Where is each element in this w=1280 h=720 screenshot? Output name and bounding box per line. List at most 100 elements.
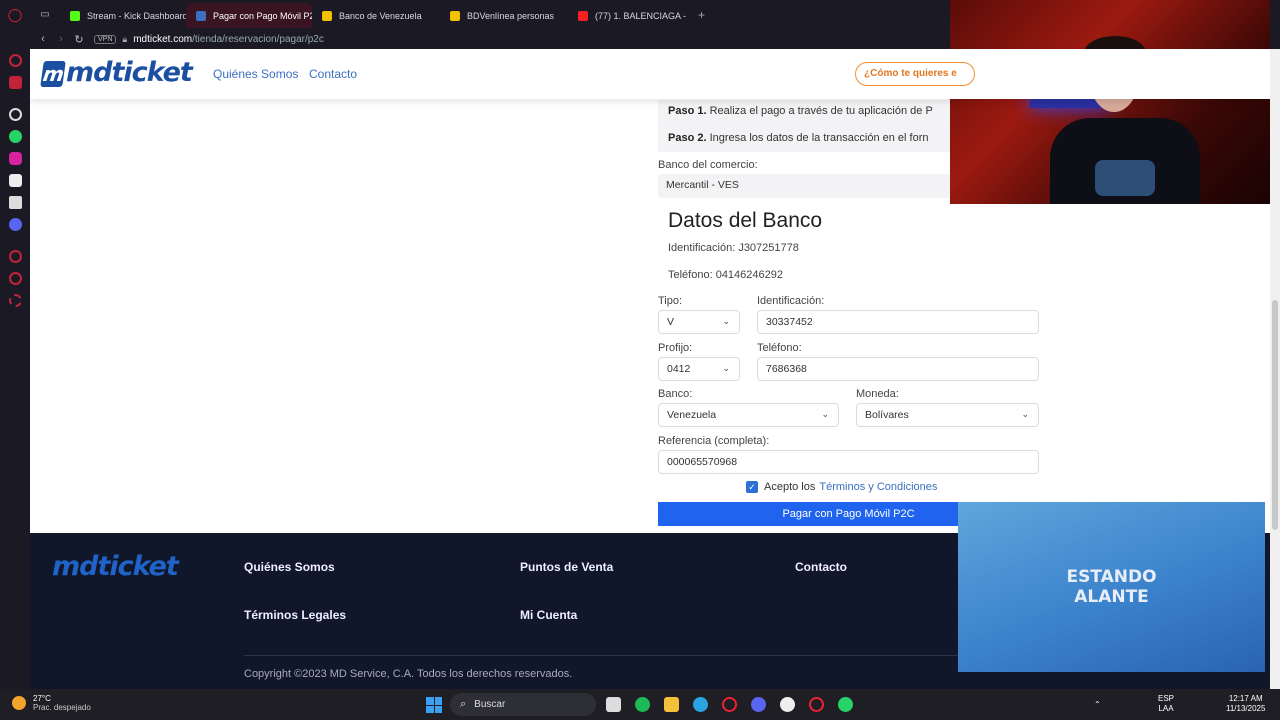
tab-bdvenlinea[interactable]: BDVenlínea personas	[440, 3, 568, 28]
clock[interactable]: 12:17 AM 11/13/2025	[1226, 694, 1265, 714]
banco-label: Banco:	[658, 388, 693, 400]
history-icon[interactable]	[9, 250, 22, 263]
url-field[interactable]: mdticket.com/tienda/reservacion/pagar/p2…	[133, 34, 324, 45]
spotify-icon[interactable]	[635, 697, 650, 712]
pinboard-icon[interactable]	[9, 272, 22, 285]
footer-logo-text: mdticket	[52, 551, 179, 582]
opera-icon[interactable]	[722, 697, 737, 712]
scrollbar-thumb[interactable]	[1272, 300, 1278, 530]
tab-youtube[interactable]: (77) 1. BALENCIAGA -	[568, 3, 690, 28]
referencia-input[interactable]: 000065570968	[658, 450, 1039, 474]
telefono-input[interactable]: 7686368	[757, 357, 1039, 381]
search-icon: ⌕	[460, 698, 467, 710]
kick-icon	[70, 10, 80, 21]
commerce-bank-value: Mercantil - VES	[666, 179, 739, 191]
telegram-icon[interactable]	[693, 697, 708, 712]
bank-phone: Teléfono: 04146246292	[668, 269, 783, 281]
banco-select[interactable]: Venezuela ⌄	[658, 403, 839, 427]
weather-temp: 27°C	[33, 694, 51, 703]
tiktok-icon[interactable]	[9, 174, 22, 187]
chevron-down-icon: ⌄	[1021, 409, 1029, 419]
telefono-label: Teléfono:	[757, 342, 802, 354]
task-view-icon[interactable]	[606, 697, 621, 712]
shopping-icon[interactable]	[9, 76, 22, 89]
url-host: mdticket.com	[133, 33, 193, 45]
tipo-select[interactable]: V ⌄	[658, 310, 740, 334]
nav-quienes-somos[interactable]: Quiénes Somos	[213, 67, 298, 81]
record-icon[interactable]	[809, 697, 824, 712]
opera-menu-icon[interactable]: ◯	[0, 0, 30, 29]
bdv-icon	[322, 10, 332, 21]
back-icon[interactable]: ‹	[34, 33, 52, 45]
terms-link[interactable]: Términos y Condiciones	[819, 481, 937, 493]
stream-alert-overlay: ESTANDO ALANTE	[958, 502, 1265, 672]
mdticket-icon	[196, 10, 206, 21]
nav-contacto[interactable]: Contacto	[309, 67, 357, 81]
identification-value: 30337452	[766, 316, 813, 328]
webcam-overlay	[950, 0, 1270, 204]
tab-pago-movil[interactable]: Pagar con Pago Móvil P2	[186, 3, 312, 28]
alert-line-1: ESTANDO	[1066, 567, 1157, 587]
logo-text: mdticket	[66, 57, 193, 88]
taskbar-search[interactable]: ⌕ Buscar	[450, 693, 596, 716]
discord-taskbar-icon[interactable]	[751, 697, 766, 712]
windows-start-icon[interactable]	[426, 697, 442, 713]
lock-icon[interactable]: 🔒︎	[122, 34, 127, 45]
weather-widget[interactable]: 27°C Prac. despejado	[12, 694, 91, 712]
clock-time: 12:17 AM	[1228, 694, 1263, 703]
whatsapp-taskbar-icon[interactable]	[838, 697, 853, 712]
tab-label: BDVenlínea personas	[467, 10, 555, 21]
terms-prefix: Acepto los	[764, 481, 816, 493]
footer-copyright: Copyright ©2023 MD Service, C.A. Todos l…	[244, 668, 573, 680]
step-1: Paso 1. Realiza el pago a través de tu a…	[668, 105, 933, 117]
chatgpt-icon[interactable]	[9, 108, 22, 121]
tab-banco-venezuela[interactable]: Banco de Venezuela	[312, 3, 440, 28]
moneda-label: Moneda:	[856, 388, 899, 400]
telefono-value: 7686368	[766, 363, 807, 375]
weather-sun-icon	[12, 696, 26, 710]
aria-icon[interactable]	[9, 54, 22, 67]
forward-icon[interactable]: ›	[52, 33, 70, 45]
step-2-label: Paso 2.	[668, 132, 707, 144]
banco-value: Venezuela	[667, 409, 717, 421]
tab-manager-icon[interactable]: ▭	[30, 0, 60, 29]
tab-label: Pagar con Pago Móvil P2	[213, 10, 312, 21]
identification-input[interactable]: 30337452	[757, 310, 1039, 334]
app-icon[interactable]	[780, 697, 795, 712]
help-button[interactable]: ¿Cómo te quieres e	[855, 62, 975, 86]
terms-row: ✓ Acepto los Términos y Condiciones	[746, 481, 937, 493]
footer-link-quienes[interactable]: Quiénes Somos	[244, 560, 335, 574]
whatsapp-icon[interactable]	[9, 130, 22, 143]
discord-icon[interactable]	[9, 218, 22, 231]
tab-kick-dashboard[interactable]: Stream - Kick Dashboard	[60, 3, 186, 28]
lang-2: LAA	[1158, 704, 1174, 713]
browser-sidebar	[0, 49, 30, 689]
alert-line-2: ALANTE	[1074, 587, 1149, 607]
stream-alert-text: ESTANDO ALANTE	[1066, 567, 1156, 607]
footer-link-cuenta[interactable]: Mi Cuenta	[520, 608, 577, 622]
commerce-bank-label: Banco del comercio:	[658, 159, 758, 171]
site-logo[interactable]: mmdticket	[40, 57, 193, 88]
new-tab-button[interactable]: +	[690, 8, 713, 22]
footer-link-contacto[interactable]: Contacto	[795, 560, 847, 574]
vpn-badge[interactable]: VPN	[94, 34, 117, 44]
step-2: Paso 2. Ingresa los datos de la transacc…	[668, 132, 929, 144]
youtube-icon	[578, 10, 588, 21]
moneda-select[interactable]: Bolívares ⌄	[856, 403, 1039, 427]
terms-checkbox[interactable]: ✓	[746, 481, 758, 493]
commerce-bank-select[interactable]: Mercantil - VES	[658, 174, 958, 198]
chevron-down-icon: ⌄	[722, 316, 730, 326]
settings-icon[interactable]	[9, 294, 22, 307]
footer-logo[interactable]: mdticket	[52, 551, 179, 582]
webcam-shirt-print	[1095, 160, 1155, 196]
language-indicator[interactable]: ESP LAA	[1158, 694, 1174, 714]
reload-icon[interactable]: ↻	[70, 33, 88, 46]
weather-desc: Prac. despejado	[33, 703, 91, 712]
instagram-icon[interactable]	[9, 152, 22, 165]
x-icon[interactable]	[9, 196, 22, 209]
tray-chevron-icon[interactable]: ⌃	[1094, 700, 1101, 710]
file-explorer-icon[interactable]	[664, 697, 679, 712]
footer-link-puntos[interactable]: Puntos de Venta	[520, 560, 613, 574]
footer-link-terminos[interactable]: Términos Legales	[244, 608, 346, 622]
prefijo-select[interactable]: 0412 ⌄	[658, 357, 740, 381]
